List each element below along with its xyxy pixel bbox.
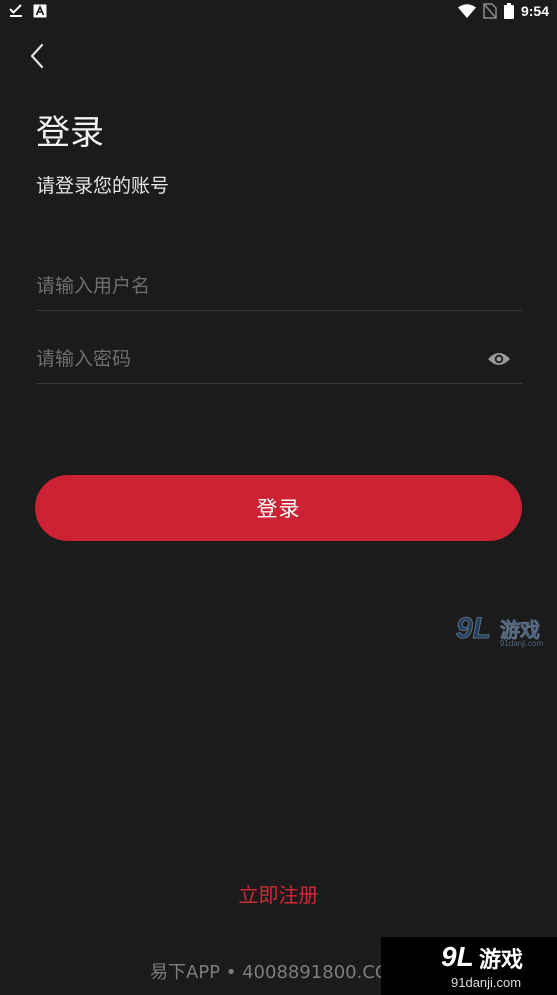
- no-sim-icon: [483, 3, 497, 19]
- login-button[interactable]: 登录: [35, 475, 522, 541]
- watermark-number: 9L: [455, 612, 492, 646]
- footer-text: 易下APP • 4008891800.COM: [150, 962, 405, 983]
- watermark-corner-number: 9L: [441, 941, 474, 972]
- status-right-icons: 9:54: [457, 3, 549, 19]
- watermark-url: 91danji.com: [500, 639, 544, 648]
- watermark-logo-corner: 9L 游戏 91danji.com: [381, 937, 557, 995]
- eye-icon: [487, 351, 511, 367]
- status-bar: 9:54: [0, 0, 557, 24]
- back-button[interactable]: [22, 40, 52, 72]
- watermark-logo-mid: 9L 游戏 91danji.com: [455, 612, 551, 650]
- register-link[interactable]: 立即注册: [0, 880, 557, 910]
- download-done-icon: [9, 4, 23, 18]
- battery-icon: [503, 3, 514, 19]
- status-left-icons: [9, 4, 47, 18]
- wifi-icon: [457, 4, 476, 18]
- watermark-corner-text: 游戏: [479, 948, 524, 973]
- page-title: 登录: [36, 113, 104, 153]
- page-subtitle: 请登录您的账号: [36, 175, 170, 197]
- username-field-container: [36, 261, 522, 311]
- username-input[interactable]: [36, 261, 522, 310]
- password-visibility-toggle[interactable]: [486, 346, 512, 372]
- chevron-left-icon: [29, 43, 45, 69]
- watermark-corner-url: 91danji.com: [451, 975, 522, 990]
- password-field-container: [36, 334, 522, 384]
- font-a-icon: [33, 4, 47, 18]
- password-input[interactable]: [36, 334, 476, 383]
- status-time: 9:54: [520, 3, 549, 19]
